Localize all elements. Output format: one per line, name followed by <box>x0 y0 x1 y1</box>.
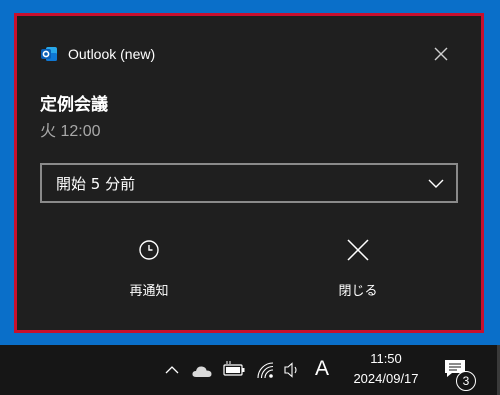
onedrive-cloud-icon[interactable] <box>191 363 213 382</box>
chevron-up-icon[interactable] <box>164 362 180 381</box>
app-name: Outlook (new) <box>68 46 156 62</box>
clock-date: 2024/09/17 <box>353 371 419 386</box>
notification-count-badge: 3 <box>456 371 476 391</box>
notification-toast[interactable]: Outlook (new) 定例会議 火 12:00 開始 5 分前 再通知 閉… <box>14 13 484 333</box>
toast-header: Outlook (new) <box>40 45 155 63</box>
outlook-icon <box>40 45 58 63</box>
clock-icon <box>138 236 160 264</box>
taskbar: A 11:50 2024/09/17 3 <box>0 345 500 395</box>
chevron-down-icon <box>428 176 444 194</box>
dismiss-label: 閉じる <box>338 284 378 299</box>
dismiss-button[interactable]: 閉じる <box>298 236 418 306</box>
ime-mode-indicator[interactable]: A <box>315 357 329 381</box>
wifi-icon[interactable] <box>256 361 274 383</box>
reminder-dropdown[interactable]: 開始 5 分前 <box>40 163 458 203</box>
reminder-dropdown-value: 開始 5 分前 <box>56 174 136 193</box>
battery-icon[interactable] <box>223 361 245 381</box>
notification-title: 定例会議 <box>40 95 108 115</box>
snooze-label: 再通知 <box>129 284 169 299</box>
close-button[interactable] <box>429 42 453 66</box>
x-icon <box>346 236 370 264</box>
notification-center-button[interactable]: 3 <box>444 359 476 391</box>
snooze-button[interactable]: 再通知 <box>89 236 209 306</box>
clock-time: 11:50 <box>370 351 402 366</box>
notification-time: 火 12:00 <box>40 123 101 140</box>
speaker-icon[interactable] <box>284 362 302 382</box>
close-icon <box>434 47 448 61</box>
clock[interactable]: 11:50 2024/09/17 <box>336 349 436 389</box>
